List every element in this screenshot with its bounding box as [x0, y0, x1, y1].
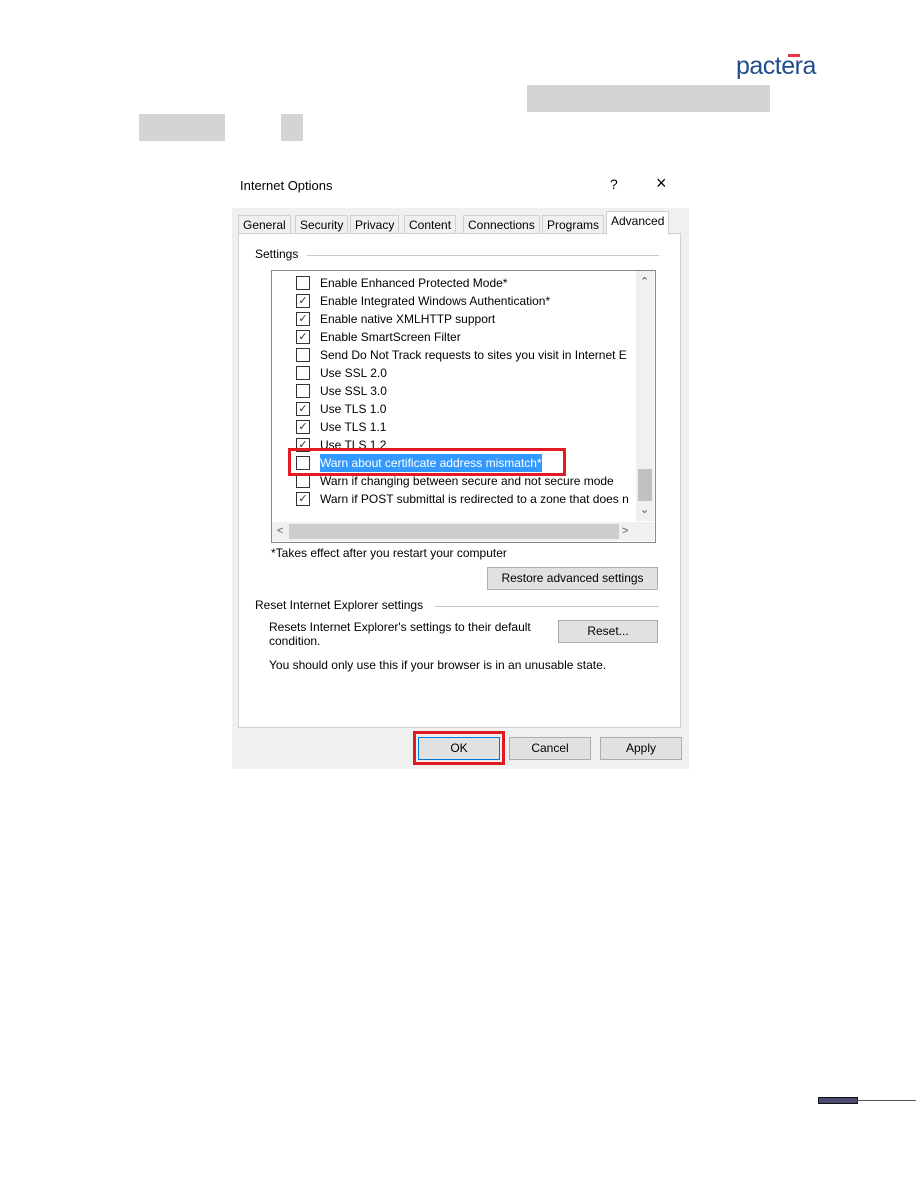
- scroll-right-icon[interactable]: >: [622, 525, 628, 537]
- redacted-text: [281, 114, 303, 141]
- settings-group-label: Settings: [255, 247, 299, 261]
- setting-label: Enable Integrated Windows Authentication…: [320, 294, 551, 308]
- tab-privacy[interactable]: Privacy: [350, 215, 400, 234]
- reset-warning: You should only use this if your browser…: [269, 658, 607, 672]
- setting-label: Use SSL 2.0: [320, 366, 387, 380]
- setting-label: Use TLS 1.1: [320, 420, 387, 434]
- settings-list[interactable]: ✓ Warn if POST submittal is redirected to…: [271, 270, 656, 543]
- checkbox-unchecked[interactable]: [296, 348, 310, 362]
- scroll-left-icon[interactable]: <: [277, 525, 283, 537]
- checkbox-checked[interactable]: ✓: [296, 402, 310, 416]
- checkbox-checked[interactable]: ✓: [296, 492, 310, 506]
- tab-security[interactable]: Security: [295, 215, 349, 234]
- checkbox-checked[interactable]: ✓: [296, 312, 310, 326]
- restart-note: *Takes effect after you restart your com…: [271, 546, 507, 560]
- reset-description: Resets Internet Explorer's settings to t…: [269, 620, 531, 634]
- reset-button[interactable]: Reset...: [558, 620, 658, 643]
- checkbox-checked[interactable]: ✓: [296, 294, 310, 308]
- dialog-title: Internet Options: [240, 178, 333, 193]
- checkbox-unchecked[interactable]: [296, 276, 310, 290]
- checkbox-checked[interactable]: ✓: [296, 330, 310, 344]
- internet-options-dialog: Internet Options ? × General Security Pr…: [232, 163, 689, 769]
- advanced-panel: Settings ✓ Warn if POST submittal is redi…: [238, 233, 681, 728]
- setting-label: Use TLS 1.0: [320, 402, 387, 416]
- tab-general[interactable]: General: [238, 215, 291, 234]
- help-icon[interactable]: ?: [610, 176, 618, 192]
- checkbox-checked[interactable]: ✓: [296, 420, 310, 434]
- divider: [435, 606, 659, 607]
- footer-bar: [818, 1097, 858, 1104]
- setting-label: Warn if POST submittal is redirected to …: [320, 492, 629, 506]
- document-page: pactera Internet Options ? × General Sec…: [0, 0, 918, 1188]
- setting-label: Enable Enhanced Protected Mode*: [320, 276, 508, 290]
- tab-programs[interactable]: Programs: [542, 215, 605, 234]
- tab-content[interactable]: Content: [404, 215, 457, 234]
- scroll-down-icon[interactable]: ⌄: [640, 503, 649, 516]
- reset-group-label: Reset Internet Explorer settings: [255, 598, 424, 612]
- checkbox-unchecked[interactable]: [296, 474, 310, 488]
- scroll-up-icon[interactable]: ⌃: [640, 275, 649, 288]
- checkbox-unchecked[interactable]: [296, 366, 310, 380]
- pactera-logo: pactera: [736, 52, 816, 80]
- setting-label: Use SSL 3.0: [320, 384, 387, 398]
- setting-label: Enable native XMLHTTP support: [320, 312, 496, 326]
- ok-highlight-box: [413, 731, 505, 765]
- divider: [307, 255, 659, 256]
- horizontal-scrollbar-thumb[interactable]: [289, 524, 619, 539]
- mismatch-highlight-box: [288, 448, 566, 476]
- tab-advanced[interactable]: Advanced: [606, 211, 670, 235]
- setting-label: Enable SmartScreen Filter: [320, 330, 461, 344]
- setting-label: Send Do Not Track requests to sites you …: [320, 348, 627, 362]
- logo-flag: [788, 54, 800, 57]
- redacted-text: [527, 85, 770, 112]
- footer-line: [856, 1100, 916, 1101]
- restore-advanced-settings-button[interactable]: Restore advanced settings: [487, 567, 658, 590]
- title-bar: Internet Options ? ×: [232, 163, 689, 208]
- scrollbar-thumb[interactable]: [638, 469, 652, 501]
- reset-description-2: condition.: [269, 634, 321, 648]
- apply-button[interactable]: Apply: [600, 737, 682, 760]
- close-icon[interactable]: ×: [656, 173, 667, 194]
- redacted-text: [139, 114, 225, 141]
- checkbox-unchecked[interactable]: [296, 384, 310, 398]
- cancel-button[interactable]: Cancel: [509, 737, 591, 760]
- tab-connections[interactable]: Connections: [463, 215, 540, 234]
